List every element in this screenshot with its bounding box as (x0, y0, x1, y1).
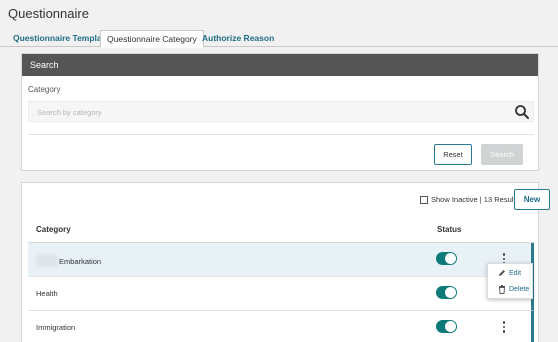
edit-menu-item[interactable]: Edit (498, 269, 521, 277)
status-toggle[interactable] (436, 286, 457, 299)
column-header-status[interactable]: Status (437, 225, 461, 234)
category-label: Category (28, 85, 61, 94)
category-name: Embarkation (59, 256, 102, 266)
tab-questionnaire-template[interactable]: Questionnaire Template (7, 30, 115, 47)
edit-label: Edit (509, 269, 522, 277)
reset-button[interactable]: Reset (434, 144, 472, 165)
search-button[interactable]: Search (481, 144, 523, 165)
table-header: Category Status (28, 215, 534, 243)
search-panel: Search Category Reset Search (21, 53, 539, 171)
trash-icon (499, 285, 505, 294)
category-cell: Health (36, 289, 58, 298)
row-context-menu: Edit Delete (487, 263, 533, 299)
column-header-category[interactable]: Category (36, 225, 71, 234)
table-row[interactable]: Immigration (28, 311, 534, 342)
results-count-label: Show Inactive | 13 Results (431, 195, 520, 204)
search-panel-header: Search (22, 54, 538, 76)
category-search-input[interactable] (29, 103, 499, 122)
category-table: Category Status Embarkation Health Immig… (28, 215, 534, 342)
delete-label: Delete (509, 286, 530, 293)
show-inactive-toggle[interactable]: Show Inactive | 13 Results (420, 195, 519, 204)
category-cell: Immigration (36, 323, 75, 332)
category-name: Health (36, 289, 58, 298)
results-panel: Show Inactive | 13 Results New Category … (21, 182, 550, 342)
delete-menu-item[interactable]: Delete (498, 285, 529, 294)
table-row[interactable]: Health (28, 277, 534, 311)
tab-questionnaire-category[interactable]: Questionnaire Category (100, 30, 204, 48)
search-divider (28, 134, 534, 135)
show-inactive-checkbox[interactable] (420, 195, 428, 204)
category-search-box (28, 101, 534, 122)
category-name: Immigration (36, 323, 76, 332)
page-title: Questionnaire (8, 6, 89, 21)
table-row[interactable]: Embarkation (28, 243, 534, 277)
kebab-icon[interactable] (499, 318, 509, 336)
status-toggle[interactable] (436, 320, 457, 333)
pencil-icon (499, 270, 505, 276)
tab-bar: Questionnaire Template Questionnaire Cat… (0, 30, 558, 48)
redacted-text (36, 255, 58, 267)
tab-authorize-reason[interactable]: Authorize Reason (196, 30, 280, 47)
new-button[interactable]: New (514, 189, 550, 210)
category-cell: Embarkation (36, 255, 101, 267)
search-icon[interactable] (514, 104, 530, 120)
status-toggle[interactable] (436, 252, 457, 265)
